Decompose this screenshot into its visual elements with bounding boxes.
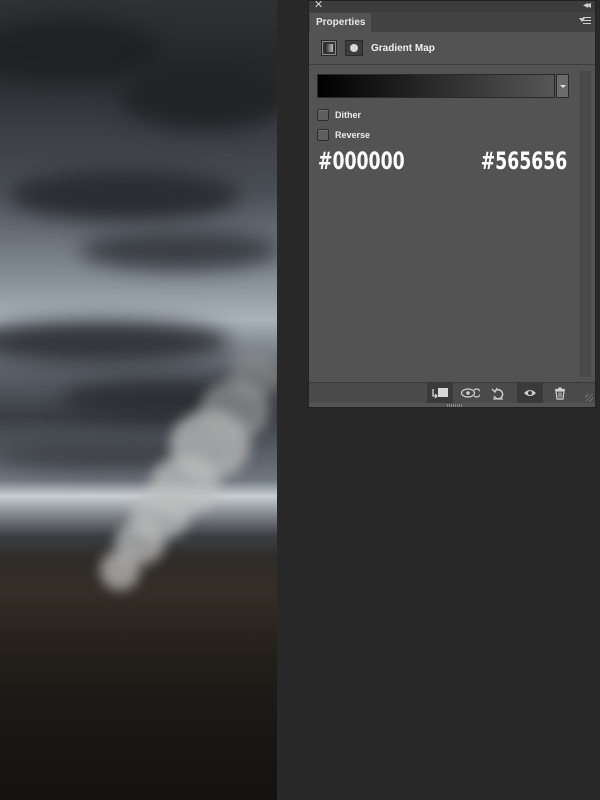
delete-adjustment-button[interactable] (547, 383, 573, 403)
reset-adjustment-button[interactable] (485, 383, 511, 403)
adjustment-title: Gradient Map (371, 43, 435, 54)
view-previous-state-icon (460, 388, 480, 398)
panel-menu-icon[interactable] (579, 15, 591, 27)
reverse-checkbox[interactable] (317, 129, 329, 141)
close-icon[interactable]: ✕ (314, 0, 323, 12)
end-color-label: #565656 (480, 147, 567, 175)
panel-drag-handle[interactable] (447, 404, 463, 407)
gradient-preview[interactable] (317, 74, 555, 98)
workspace-background (277, 0, 308, 800)
clip-to-layer-icon (432, 388, 448, 399)
properties-panel: ✕ ◂◂ Properties Gradient Map Dither Reve… (308, 0, 596, 408)
toggle-visibility-button[interactable] (517, 383, 543, 403)
start-color-label: #000000 (318, 147, 405, 175)
dither-checkbox[interactable] (317, 109, 329, 121)
reset-adjustment-icon (491, 387, 504, 400)
gradient-map-adjustment-icon[interactable] (321, 40, 337, 56)
resize-grip[interactable] (585, 394, 593, 402)
clip-to-layer-button[interactable] (427, 383, 453, 403)
gradient-dropdown-button[interactable] (556, 74, 569, 98)
dither-label: Dither (335, 110, 362, 120)
visibility-eye-icon (524, 390, 536, 396)
reverse-label: Reverse (335, 130, 371, 140)
view-previous-state-button[interactable] (457, 383, 483, 403)
panel-tab-row: Properties (309, 12, 595, 32)
collapse-panel-icon[interactable]: ◂◂ (583, 0, 591, 12)
canvas-image (0, 0, 277, 800)
panel-footer (309, 382, 595, 403)
adjustment-header: Gradient Map (309, 32, 595, 65)
layer-mask-icon[interactable] (345, 40, 363, 56)
trash-icon (555, 387, 565, 400)
panel-topbar: ✕ ◂◂ (309, 0, 595, 12)
panel-scrollbar[interactable] (580, 71, 591, 377)
tab-properties[interactable]: Properties (310, 13, 372, 32)
